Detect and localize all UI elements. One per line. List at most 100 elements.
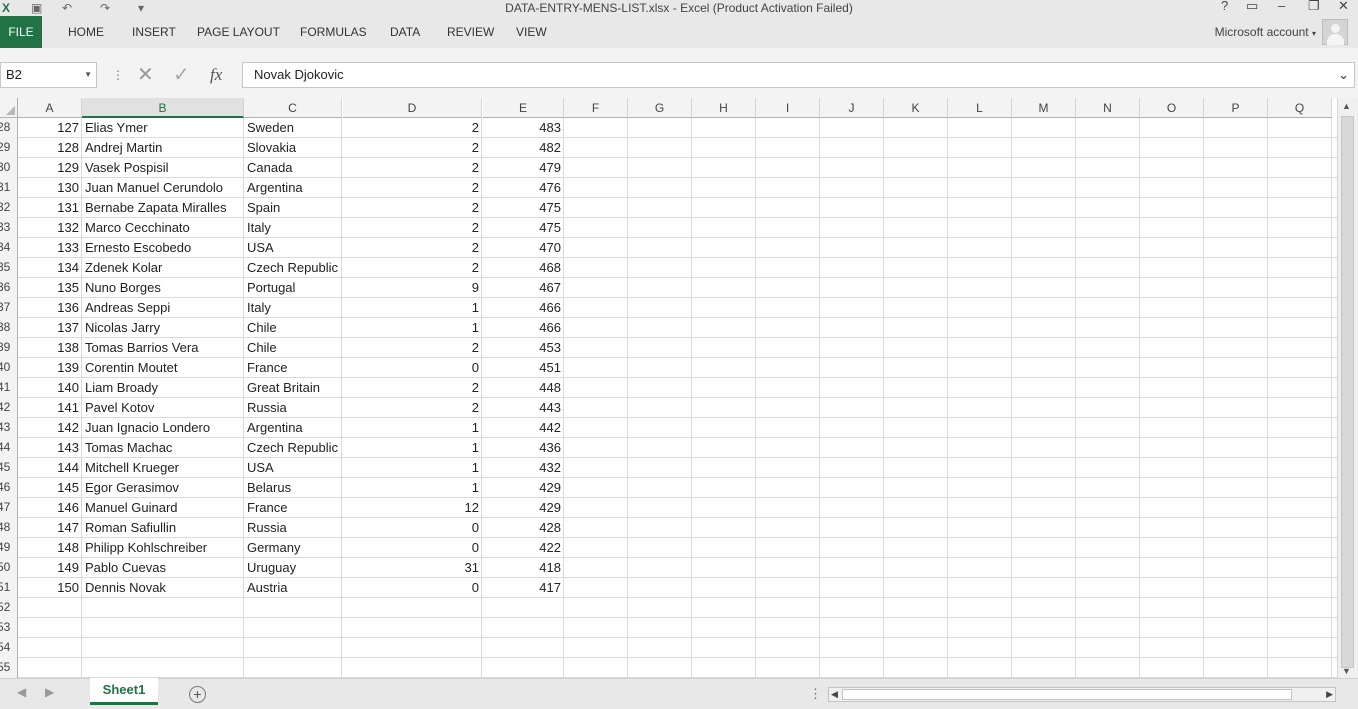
cell-a[interactable]: 149 [18,558,82,578]
cell-b[interactable]: Mitchell Krueger [82,458,244,478]
cell-a[interactable]: 135 [18,278,82,298]
cell-d[interactable]: 12 [343,498,482,518]
tab-review[interactable]: REVIEW [447,16,494,48]
tab-insert[interactable]: INSERT [132,16,176,48]
cell-d[interactable]: 1 [343,438,482,458]
cell-b[interactable]: Tomas Barrios Vera [82,338,244,358]
cell-c[interactable]: Germany [244,538,342,558]
close-icon[interactable]: ✕ [1338,0,1349,14]
help-button[interactable]: ? [1221,0,1228,14]
row-header[interactable]: 45 [0,458,18,478]
cell-c[interactable]: Slovakia [244,138,342,158]
cell-e[interactable]: 470 [483,238,564,258]
cell-d[interactable]: 1 [343,318,482,338]
cell-c[interactable] [244,638,342,658]
tab-page-layout[interactable]: PAGE LAYOUT [197,16,280,48]
cell-e[interactable]: 476 [483,178,564,198]
cell-d[interactable]: 1 [343,298,482,318]
cell-b[interactable]: Zdenek Kolar [82,258,244,278]
row-header[interactable]: 28 [0,118,18,138]
row-header[interactable]: 31 [0,178,18,198]
cell-a[interactable]: 144 [18,458,82,478]
cell-d[interactable]: 2 [343,178,482,198]
cell-a[interactable]: 145 [18,478,82,498]
cell-d[interactable]: 2 [343,138,482,158]
cell-d[interactable]: 2 [343,338,482,358]
cell-b[interactable]: Nuno Borges [82,278,244,298]
expand-formula-bar-icon[interactable]: ⌄ [1338,63,1349,87]
row-header[interactable]: 49 [0,538,18,558]
sheet-tab-sheet1[interactable]: Sheet1 [90,678,158,705]
row-header[interactable]: 53 [0,618,18,638]
cell-c[interactable]: Belarus [244,478,342,498]
cell-d[interactable]: 2 [343,158,482,178]
cell-b[interactable]: Juan Ignacio Londero [82,418,244,438]
cell-b[interactable]: Roman Safiullin [82,518,244,538]
column-header-h[interactable]: H [692,98,756,118]
cell-e[interactable]: 482 [483,138,564,158]
cell-c[interactable]: Austria [244,578,342,598]
cell-e[interactable]: 448 [483,378,564,398]
cell-a[interactable]: 131 [18,198,82,218]
scroll-right-icon[interactable]: ▶ [1326,688,1333,701]
cell-e[interactable] [483,638,564,658]
cell-a[interactable]: 133 [18,238,82,258]
cell-b[interactable]: Marco Cecchinato [82,218,244,238]
column-header-l[interactable]: L [948,98,1012,118]
cell-e[interactable]: 468 [483,258,564,278]
tab-formulas[interactable]: FORMULAS [300,16,367,48]
cell-e[interactable] [483,598,564,618]
cell-a[interactable]: 127 [18,118,82,138]
select-all-button[interactable] [0,98,18,118]
cell-d[interactable] [343,618,482,638]
cell-a[interactable]: 132 [18,218,82,238]
cell-b[interactable]: Nicolas Jarry [82,318,244,338]
scroll-down-icon[interactable]: ▼ [1342,666,1351,676]
cell-e[interactable]: 475 [483,198,564,218]
cell-b[interactable]: Pablo Cuevas [82,558,244,578]
cell-a[interactable]: 141 [18,398,82,418]
cell-c[interactable]: Portugal [244,278,342,298]
cell-e[interactable] [483,618,564,638]
column-header-e[interactable]: E [483,98,564,118]
cell-d[interactable]: 2 [343,258,482,278]
scroll-left-icon[interactable]: ◀ [831,688,838,701]
cell-d[interactable]: 1 [343,478,482,498]
row-header[interactable]: 38 [0,318,18,338]
cancel-icon[interactable]: ✕ [137,62,154,88]
horizontal-scrollbar[interactable]: ◀ ▶ [828,687,1336,702]
cell-b[interactable]: Dennis Novak [82,578,244,598]
name-box-dropdown-icon[interactable]: ▼ [84,63,92,87]
cell-a[interactable]: 134 [18,258,82,278]
cell-c[interactable]: Argentina [244,418,342,438]
cell-e[interactable]: 466 [483,318,564,338]
cell-d[interactable]: 2 [343,218,482,238]
cell-c[interactable]: USA [244,238,342,258]
cell-d[interactable]: 0 [343,578,482,598]
row-header[interactable]: 44 [0,438,18,458]
cell-c[interactable] [244,658,342,678]
cell-b[interactable] [82,618,244,638]
cell-e[interactable] [483,658,564,678]
account-menu[interactable]: Microsoft account ▾ [1215,16,1316,50]
cell-d[interactable]: 2 [343,398,482,418]
row-header[interactable]: 51 [0,578,18,598]
cell-a[interactable]: 146 [18,498,82,518]
cell-a[interactable]: 147 [18,518,82,538]
vertical-scroll-thumb[interactable] [1341,116,1354,668]
cell-d[interactable]: 2 [343,118,482,138]
add-sheet-icon[interactable]: + [189,686,206,703]
formula-input[interactable]: Novak Djokovic ⌄ [242,62,1355,88]
cell-e[interactable]: 422 [483,538,564,558]
cell-c[interactable]: France [244,498,342,518]
cell-b[interactable] [82,658,244,678]
row-header[interactable]: 42 [0,398,18,418]
column-header-f[interactable]: F [564,98,628,118]
cell-c[interactable]: Russia [244,398,342,418]
cell-c[interactable]: USA [244,458,342,478]
cell-e[interactable]: 453 [483,338,564,358]
column-header-d[interactable]: D [343,98,482,118]
column-header-g[interactable]: G [628,98,692,118]
row-header[interactable]: 41 [0,378,18,398]
row-header[interactable]: 29 [0,138,18,158]
